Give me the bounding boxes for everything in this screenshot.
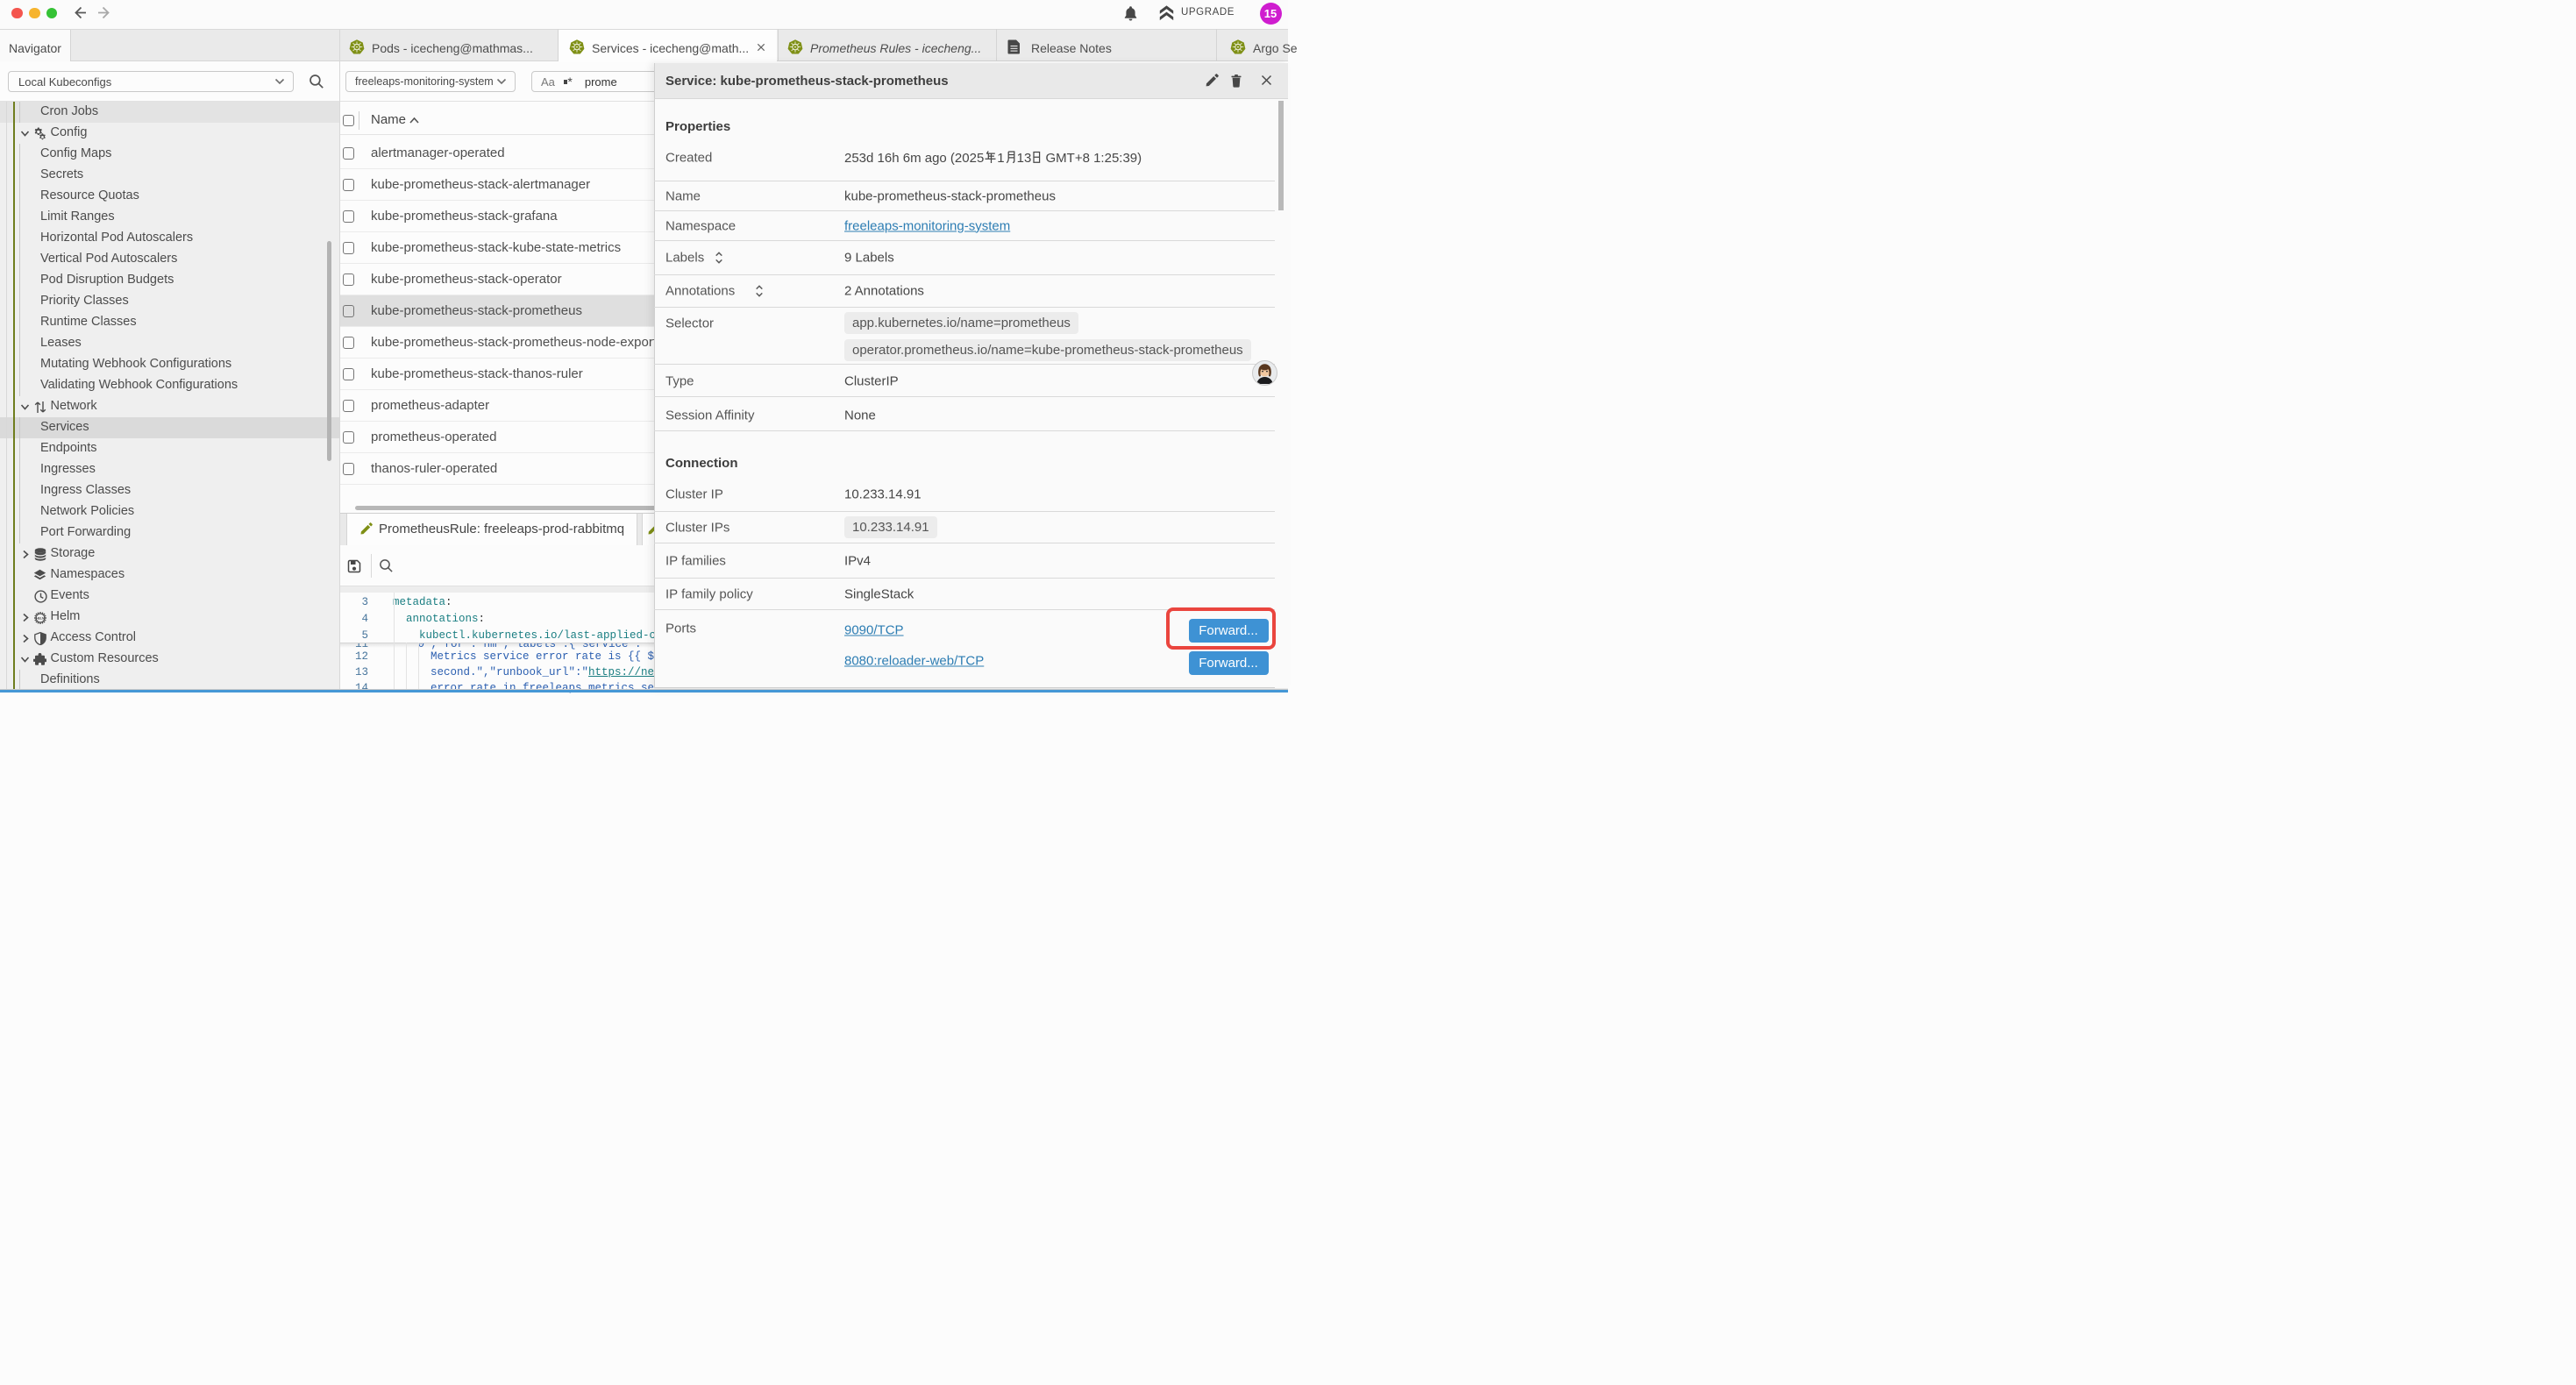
svg-text:HELM: HELM	[36, 616, 45, 620]
